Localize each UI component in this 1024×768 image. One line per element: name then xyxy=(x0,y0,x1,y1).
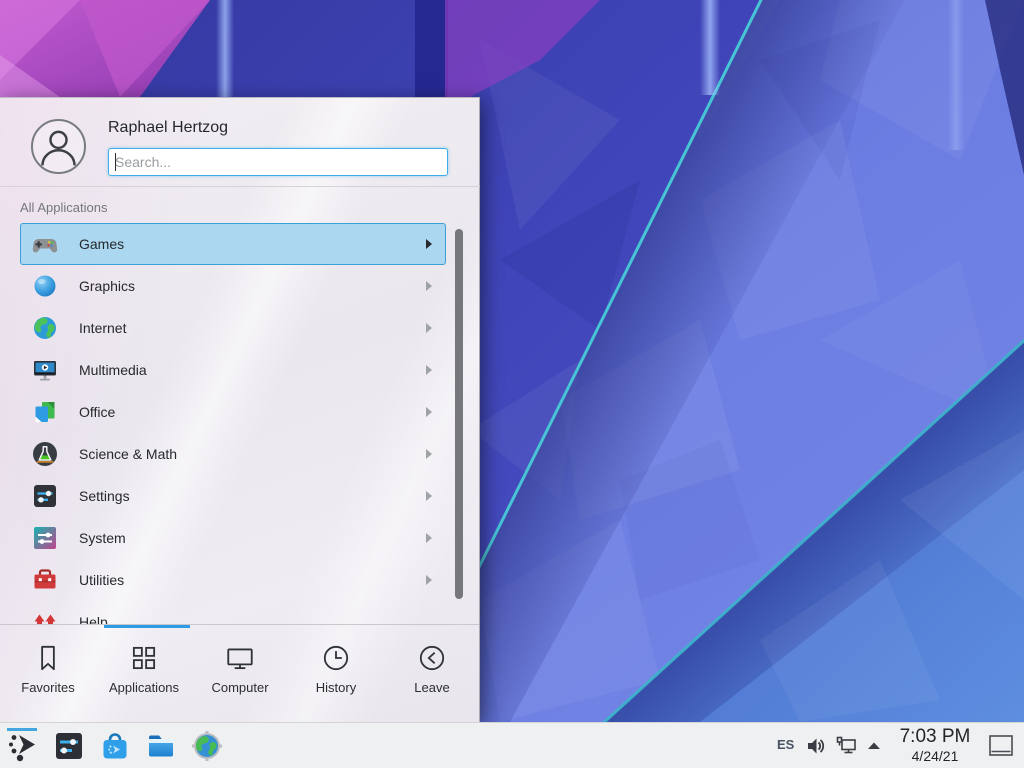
category-label: Internet xyxy=(79,320,426,336)
submenu-arrow-icon xyxy=(426,449,432,459)
office-icon xyxy=(32,399,58,425)
category-item-utilities[interactable]: Utilities xyxy=(20,559,446,601)
clock-time: 7:03 PM xyxy=(889,726,981,748)
desktop: Raphael Hertzog All Applications xyxy=(0,0,1024,768)
kickoff-icon xyxy=(7,730,39,762)
show-desktop-button[interactable] xyxy=(988,733,1014,759)
graphics-icon xyxy=(32,273,58,299)
category-label: Science & Math xyxy=(79,446,426,462)
user-icon xyxy=(33,121,84,172)
settings-icon xyxy=(32,483,58,509)
applications-icon xyxy=(128,642,160,674)
category-label: Graphics xyxy=(79,278,426,294)
header-divider xyxy=(0,186,480,187)
taskbar-web-browser-button[interactable] xyxy=(189,728,225,764)
active-tab-indicator xyxy=(104,625,190,628)
science-icon xyxy=(32,441,58,467)
application-launcher-popup: Raphael Hertzog All Applications xyxy=(0,97,480,722)
submenu-arrow-icon xyxy=(426,407,432,417)
tab-label: Computer xyxy=(211,680,268,695)
section-label: All Applications xyxy=(20,200,107,215)
submenu-arrow-icon xyxy=(426,491,432,501)
tab-computer[interactable]: Computer xyxy=(192,629,288,723)
category-item-office[interactable]: Office xyxy=(20,391,446,433)
digital-clock[interactable]: 7:03 PM 4/24/21 xyxy=(889,726,981,764)
category-item-help[interactable]: Help xyxy=(20,601,446,625)
utilities-icon xyxy=(32,567,58,593)
category-item-multimedia[interactable]: Multimedia xyxy=(20,349,446,391)
category-item-internet[interactable]: Internet xyxy=(20,307,446,349)
favorites-icon xyxy=(32,642,64,674)
taskbar-discover-button[interactable] xyxy=(97,728,133,764)
keyboard-layout-indicator[interactable]: ES xyxy=(777,737,794,752)
tab-favorites[interactable]: Favorites xyxy=(0,629,96,723)
category-list: Games Graphics xyxy=(0,223,455,625)
tab-label: Applications xyxy=(109,680,179,695)
expand-tray-icon[interactable] xyxy=(866,739,888,761)
category-label: Utilities xyxy=(79,572,426,588)
discover-icon xyxy=(99,730,131,762)
tab-label: History xyxy=(316,680,356,695)
category-item-graphics[interactable]: Graphics xyxy=(20,265,446,307)
category-item-settings[interactable]: Settings xyxy=(20,475,446,517)
browser-icon xyxy=(191,730,223,762)
category-item-system[interactable]: System xyxy=(20,517,446,559)
tab-label: Leave xyxy=(414,680,449,695)
tab-applications[interactable]: Applications xyxy=(96,629,192,723)
games-icon xyxy=(32,231,58,257)
submenu-arrow-icon xyxy=(426,575,432,585)
tab-history[interactable]: History xyxy=(288,629,384,723)
system-settings-icon xyxy=(53,730,85,762)
submenu-arrow-icon xyxy=(426,533,432,543)
launcher-tab-bar: Favorites Applications xyxy=(0,629,480,723)
user-avatar xyxy=(31,119,86,174)
category-label: Settings xyxy=(79,488,426,504)
taskbar-system-settings-button[interactable] xyxy=(51,728,87,764)
submenu-arrow-icon xyxy=(426,239,432,249)
network-icon[interactable] xyxy=(836,735,858,757)
submenu-arrow-icon xyxy=(426,281,432,291)
list-scrollbar[interactable] xyxy=(455,229,463,599)
clock-date: 4/24/21 xyxy=(889,748,981,764)
internet-icon xyxy=(32,315,58,341)
computer-icon xyxy=(224,642,256,674)
dolphin-icon xyxy=(145,730,177,762)
taskbar-file-manager-button[interactable] xyxy=(143,728,179,764)
tab-label: Favorites xyxy=(21,680,74,695)
category-item-games[interactable]: Games xyxy=(20,223,446,265)
history-icon xyxy=(320,642,352,674)
volume-icon[interactable] xyxy=(805,735,827,757)
category-label: Games xyxy=(79,236,426,252)
tab-leave[interactable]: Leave xyxy=(384,629,480,723)
active-task-indicator xyxy=(7,728,37,731)
submenu-arrow-icon xyxy=(426,365,432,375)
multimedia-icon xyxy=(32,357,58,383)
help-icon xyxy=(32,609,58,625)
submenu-arrow-icon xyxy=(426,323,432,333)
footer-divider xyxy=(0,624,479,625)
category-label: System xyxy=(79,530,426,546)
taskbar-launcher-button[interactable] xyxy=(5,728,41,764)
search-input[interactable] xyxy=(108,148,448,176)
leave-icon xyxy=(416,642,448,674)
category-label: Multimedia xyxy=(79,362,426,378)
system-icon xyxy=(32,525,58,551)
text-cursor xyxy=(115,153,116,171)
user-name: Raphael Hertzog xyxy=(108,119,228,137)
category-item-science[interactable]: Science & Math xyxy=(20,433,446,475)
category-label: Office xyxy=(79,404,426,420)
taskbar-panel: ES 7 xyxy=(0,722,1024,768)
